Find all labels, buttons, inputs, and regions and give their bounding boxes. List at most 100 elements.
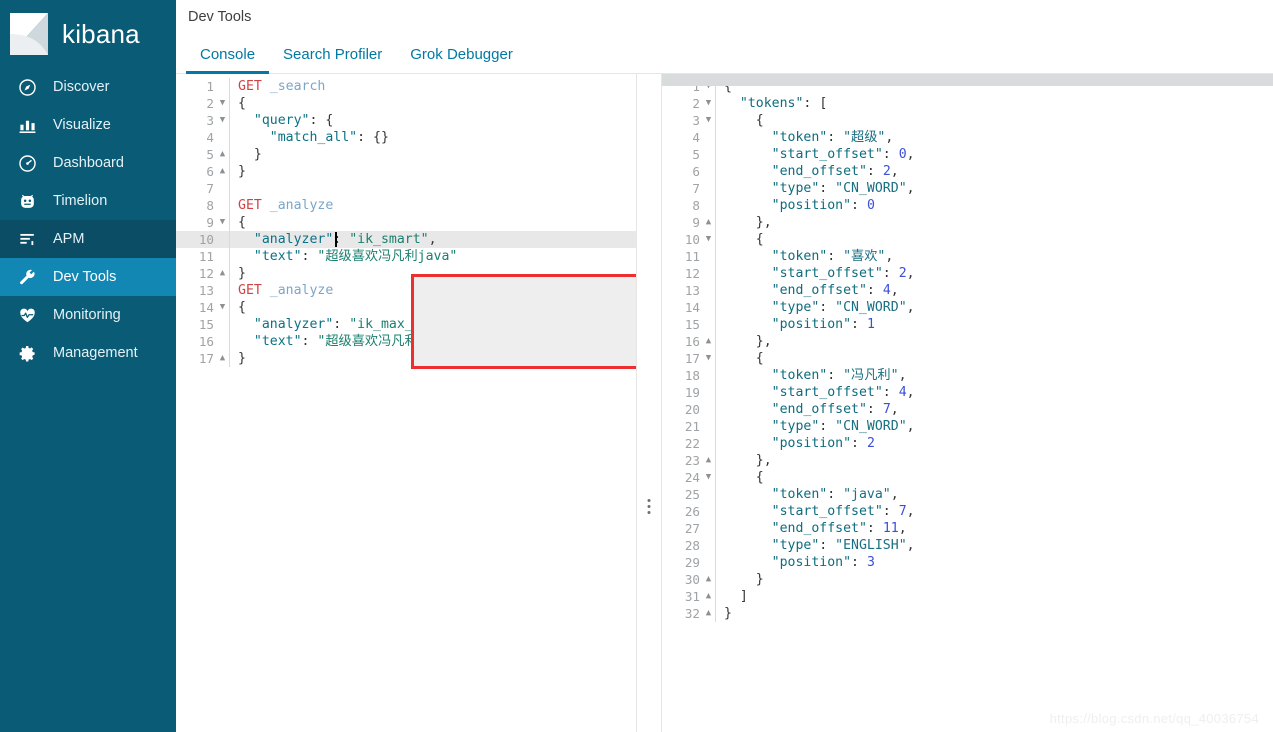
request-editor-pane[interactable]: 1 GET _search 2 ▼{3 ▼ "query": {4 "match_all… <box>176 74 636 732</box>
code-line[interactable]: 18 "token": "冯凡利", <box>662 367 1273 384</box>
code-line[interactable]: 22 "position": 2 <box>662 435 1273 452</box>
drag-handle-icon[interactable] <box>647 499 651 514</box>
code-line[interactable]: 6 ▲} <box>176 163 636 180</box>
fold-chevron-down-icon[interactable]: ▼ <box>702 469 715 486</box>
code-text[interactable]: "type": "CN_WORD", <box>724 180 1273 197</box>
code-text[interactable]: "tokens": [ <box>724 95 1273 112</box>
code-line[interactable]: 24 ▼ { <box>662 469 1273 486</box>
code-line[interactable]: 12 "start_offset": 2, <box>662 265 1273 282</box>
code-text[interactable]: }, <box>724 214 1273 231</box>
code-text[interactable]: "token": "java", <box>724 486 1273 503</box>
code-text[interactable]: "position": 2 <box>724 435 1273 452</box>
code-line[interactable]: 9 ▲ }, <box>662 214 1273 231</box>
code-text[interactable]: GET _analyze <box>238 197 636 214</box>
fold-chevron-down-icon[interactable]: ▼ <box>702 231 715 248</box>
code-line[interactable]: 23 ▲ }, <box>662 452 1273 469</box>
code-line[interactable]: 21 "type": "CN_WORD", <box>662 418 1273 435</box>
code-text[interactable]: "end_offset": 7, <box>724 401 1273 418</box>
code-text[interactable]: "end_offset": 4, <box>724 282 1273 299</box>
code-text[interactable]: }, <box>724 333 1273 350</box>
fold-chevron-up-icon[interactable]: ▲ <box>702 452 715 469</box>
code-text[interactable]: { <box>724 231 1273 248</box>
code-text[interactable]: { <box>724 469 1273 486</box>
fold-chevron-down-icon[interactable]: ▼ <box>216 299 229 316</box>
code-line[interactable]: 31 ▲ ] <box>662 588 1273 605</box>
code-line[interactable]: 32 ▲} <box>662 605 1273 622</box>
fold-chevron-up-icon[interactable]: ▲ <box>702 571 715 588</box>
code-text[interactable]: { <box>724 350 1273 367</box>
code-text[interactable]: ] <box>724 588 1273 605</box>
sidebar-item-discover[interactable]: Discover <box>0 68 176 106</box>
code-line[interactable]: 30 ▲ } <box>662 571 1273 588</box>
sidebar-item-dashboard[interactable]: Dashboard <box>0 144 176 182</box>
response-code-rows[interactable]: 1 ▼{2 ▼ "tokens": [3 ▼ {4 "token": "超级", 5 "… <box>662 74 1273 622</box>
code-text[interactable]: "start_offset": 4, <box>724 384 1273 401</box>
code-text[interactable]: "type": "ENGLISH", <box>724 537 1273 554</box>
code-line[interactable]: 1 GET _search <box>176 78 636 95</box>
sidebar-item-monitoring[interactable]: Monitoring <box>0 296 176 334</box>
code-line[interactable]: 3 ▼ { <box>662 112 1273 129</box>
code-text[interactable]: { <box>724 112 1273 129</box>
code-text[interactable]: "start_offset": 0, <box>724 146 1273 163</box>
code-line[interactable]: 2 ▼ "tokens": [ <box>662 95 1273 112</box>
code-text[interactable]: "position": 0 <box>724 197 1273 214</box>
code-text[interactable]: { <box>238 214 636 231</box>
code-text[interactable]: "query": { <box>238 112 636 129</box>
code-text[interactable]: } <box>724 605 1273 622</box>
code-line[interactable]: 7 <box>176 180 636 197</box>
code-line[interactable]: 28 "type": "ENGLISH", <box>662 537 1273 554</box>
fold-chevron-up-icon[interactable]: ▲ <box>702 333 715 350</box>
code-line[interactable]: 11 "token": "喜欢", <box>662 248 1273 265</box>
sidebar-item-visualize[interactable]: Visualize <box>0 106 176 144</box>
sidebar-item-apm[interactable]: APM <box>0 220 176 258</box>
code-text[interactable]: "start_offset": 2, <box>724 265 1273 282</box>
tab-grok-debugger[interactable]: Grok Debugger <box>396 46 527 73</box>
code-line[interactable]: 4 "match_all": {} <box>176 129 636 146</box>
code-text[interactable]: "start_offset": 7, <box>724 503 1273 520</box>
code-text[interactable]: { <box>238 95 636 112</box>
fold-chevron-down-icon[interactable]: ▼ <box>702 95 715 112</box>
code-text[interactable]: "type": "CN_WORD", <box>724 299 1273 316</box>
response-horizontal-scrollbar[interactable] <box>662 74 1273 86</box>
code-line[interactable]: 6 "end_offset": 2, <box>662 163 1273 180</box>
sidebar-item-management[interactable]: Management <box>0 334 176 372</box>
fold-chevron-down-icon[interactable]: ▼ <box>216 95 229 112</box>
fold-chevron-down-icon[interactable]: ▼ <box>216 112 229 129</box>
fold-chevron-up-icon[interactable]: ▲ <box>216 265 229 282</box>
code-line[interactable]: 4 "token": "超级", <box>662 129 1273 146</box>
code-text[interactable]: } <box>724 571 1273 588</box>
code-line[interactable]: 2 ▼ { <box>176 95 636 112</box>
tab-console[interactable]: Console <box>186 46 270 74</box>
code-text[interactable]: "end_offset": 2, <box>724 163 1273 180</box>
request-editor[interactable]: 1 GET _search 2 ▼{3 ▼ "query": {4 "match_all… <box>176 74 636 732</box>
code-line[interactable]: 9 ▼ { <box>176 214 636 231</box>
fold-chevron-down-icon[interactable]: ▼ <box>702 350 715 367</box>
response-viewer-pane[interactable]: 1 ▼{2 ▼ "tokens": [3 ▼ {4 "token": "超级", 5 "… <box>661 74 1273 732</box>
code-line[interactable]: 3 ▼ "query": { <box>176 112 636 129</box>
fold-chevron-up-icon[interactable]: ▲ <box>702 214 715 231</box>
sidebar-item-dev-tools[interactable]: Dev Tools <box>0 258 176 296</box>
code-text[interactable]: "token": "超级", <box>724 129 1273 146</box>
fold-chevron-up-icon[interactable]: ▲ <box>216 163 229 180</box>
code-line[interactable]: 26 "start_offset": 7, <box>662 503 1273 520</box>
code-text[interactable]: } <box>238 146 636 163</box>
code-line[interactable]: 8 GET _analyze <box>176 197 636 214</box>
code-text[interactable]: "token": "喜欢", <box>724 248 1273 265</box>
code-text[interactable]: "position": 3 <box>724 554 1273 571</box>
code-line[interactable]: 10 "analyzer": "ik_smart", <box>176 231 636 248</box>
code-text[interactable]: "analyzer": "ik_smart", <box>238 231 636 248</box>
code-line[interactable]: 8 "position": 0 <box>662 197 1273 214</box>
code-line[interactable]: 20 "end_offset": 7, <box>662 401 1273 418</box>
code-line[interactable]: 17 ▼ { <box>662 350 1273 367</box>
fold-chevron-up-icon[interactable]: ▲ <box>702 588 715 605</box>
code-line[interactable]: 11 "text": "超级喜欢冯凡利java" <box>176 248 636 265</box>
brand-home-link[interactable]: kibana <box>0 0 176 68</box>
code-line[interactable]: 5 ▲ } <box>176 146 636 163</box>
fold-chevron-up-icon[interactable]: ▲ <box>216 146 229 163</box>
code-line[interactable]: 5 "start_offset": 0, <box>662 146 1273 163</box>
code-line[interactable]: 15 "position": 1 <box>662 316 1273 333</box>
fold-chevron-up-icon[interactable]: ▲ <box>702 605 715 622</box>
fold-chevron-down-icon[interactable]: ▼ <box>702 112 715 129</box>
code-text[interactable]: }, <box>724 452 1273 469</box>
response-editor[interactable]: 1 ▼{2 ▼ "tokens": [3 ▼ {4 "token": "超级", 5 "… <box>662 74 1273 732</box>
